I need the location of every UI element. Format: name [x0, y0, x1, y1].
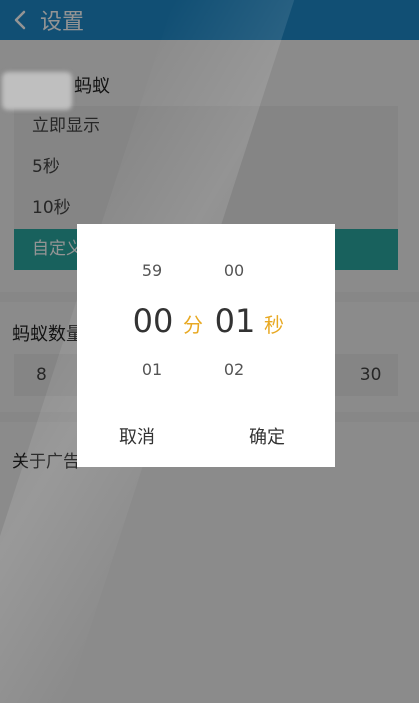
- time-picker-dialog: 59 00 01 分 00 01 02 秒 取消 确定: [77, 224, 335, 467]
- second-next[interactable]: 02: [214, 360, 254, 379]
- minute-current[interactable]: 00: [127, 302, 179, 340]
- blurred-region: [2, 72, 72, 110]
- minute-next[interactable]: 01: [132, 360, 172, 379]
- confirm-button[interactable]: 确定: [249, 423, 285, 449]
- cancel-button[interactable]: 取消: [119, 423, 155, 449]
- minute-unit: 分: [183, 313, 203, 337]
- minute-prev[interactable]: 59: [132, 261, 172, 280]
- second-current[interactable]: 01: [209, 302, 261, 340]
- settings-screen: 设置 蚂蚁 立即显示 5秒 10秒 自定义 蚂蚁数量 8 30 关于广告 59 …: [0, 0, 419, 703]
- second-unit: 秒: [264, 313, 284, 337]
- second-prev[interactable]: 00: [214, 261, 254, 280]
